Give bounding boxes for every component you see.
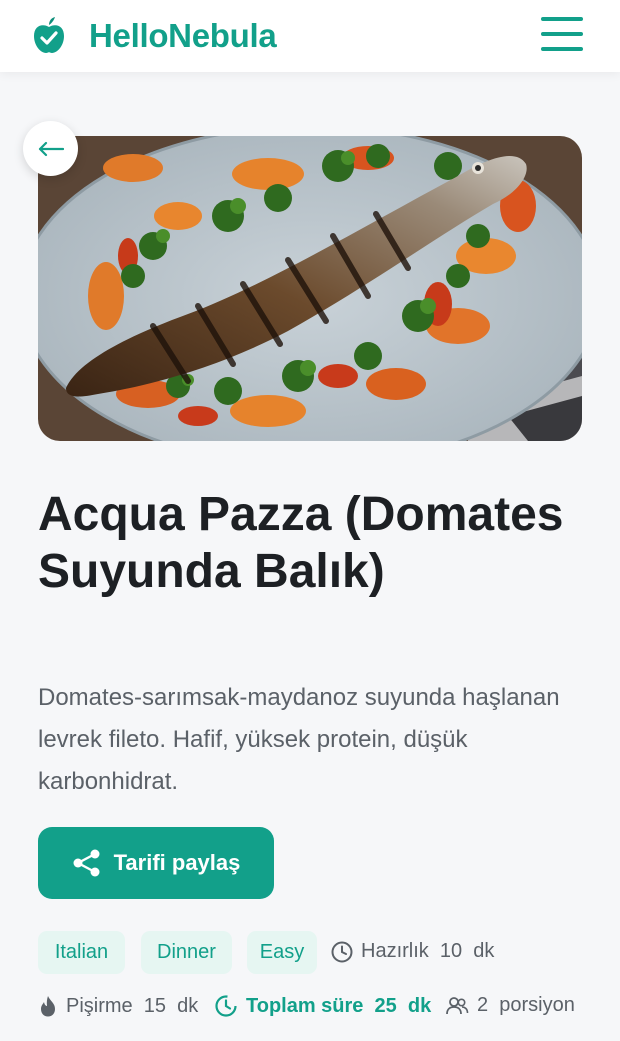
menu-bar <box>541 17 583 21</box>
clock-icon <box>331 941 353 962</box>
prep-time: Hazırlık 10 dk <box>331 940 494 963</box>
prep-time-label: Hazırlık 10 dk <box>361 940 495 962</box>
tag-difficulty[interactable]: Easy <box>247 931 317 974</box>
tag-meal[interactable]: Dinner <box>141 931 232 974</box>
hamburger-menu-icon[interactable] <box>541 17 583 51</box>
total-time: Toplam süre 25 dk <box>214 994 431 1018</box>
back-button[interactable] <box>23 121 78 176</box>
cook-time: Pişirme 15 dk <box>38 994 198 1018</box>
share-button-label: Tarifi paylaş <box>113 850 241 875</box>
app-header: HelloNebula <box>0 0 620 72</box>
servings: 2 porsiyon <box>445 994 575 1017</box>
recipe-hero-image <box>38 136 582 441</box>
people-icon <box>446 996 469 1014</box>
flame-icon <box>41 996 55 1017</box>
total-time-label: Toplam süre 25 dk <box>246 994 432 1017</box>
timer-icon <box>215 995 237 1017</box>
recipe-description: Domates-sarımsak-maydanoz suyunda haşlan… <box>38 684 560 795</box>
menu-bar <box>541 47 583 51</box>
tag-cuisine[interactable]: Italian <box>38 931 125 974</box>
servings-label: 2 porsiyon <box>477 994 575 1016</box>
share-recipe-button[interactable]: Tarifi paylaş <box>38 827 274 899</box>
cook-time-label: Pişirme 15 dk <box>66 994 199 1017</box>
recipe-title: Acqua Pazza (Domates Suyunda Balık) <box>38 488 564 598</box>
share-icon <box>73 849 100 877</box>
menu-bar <box>541 32 583 36</box>
brand-name[interactable]: HelloNebula <box>89 17 277 55</box>
arrow-left-icon <box>38 141 64 156</box>
apple-check-icon[interactable] <box>32 16 66 54</box>
